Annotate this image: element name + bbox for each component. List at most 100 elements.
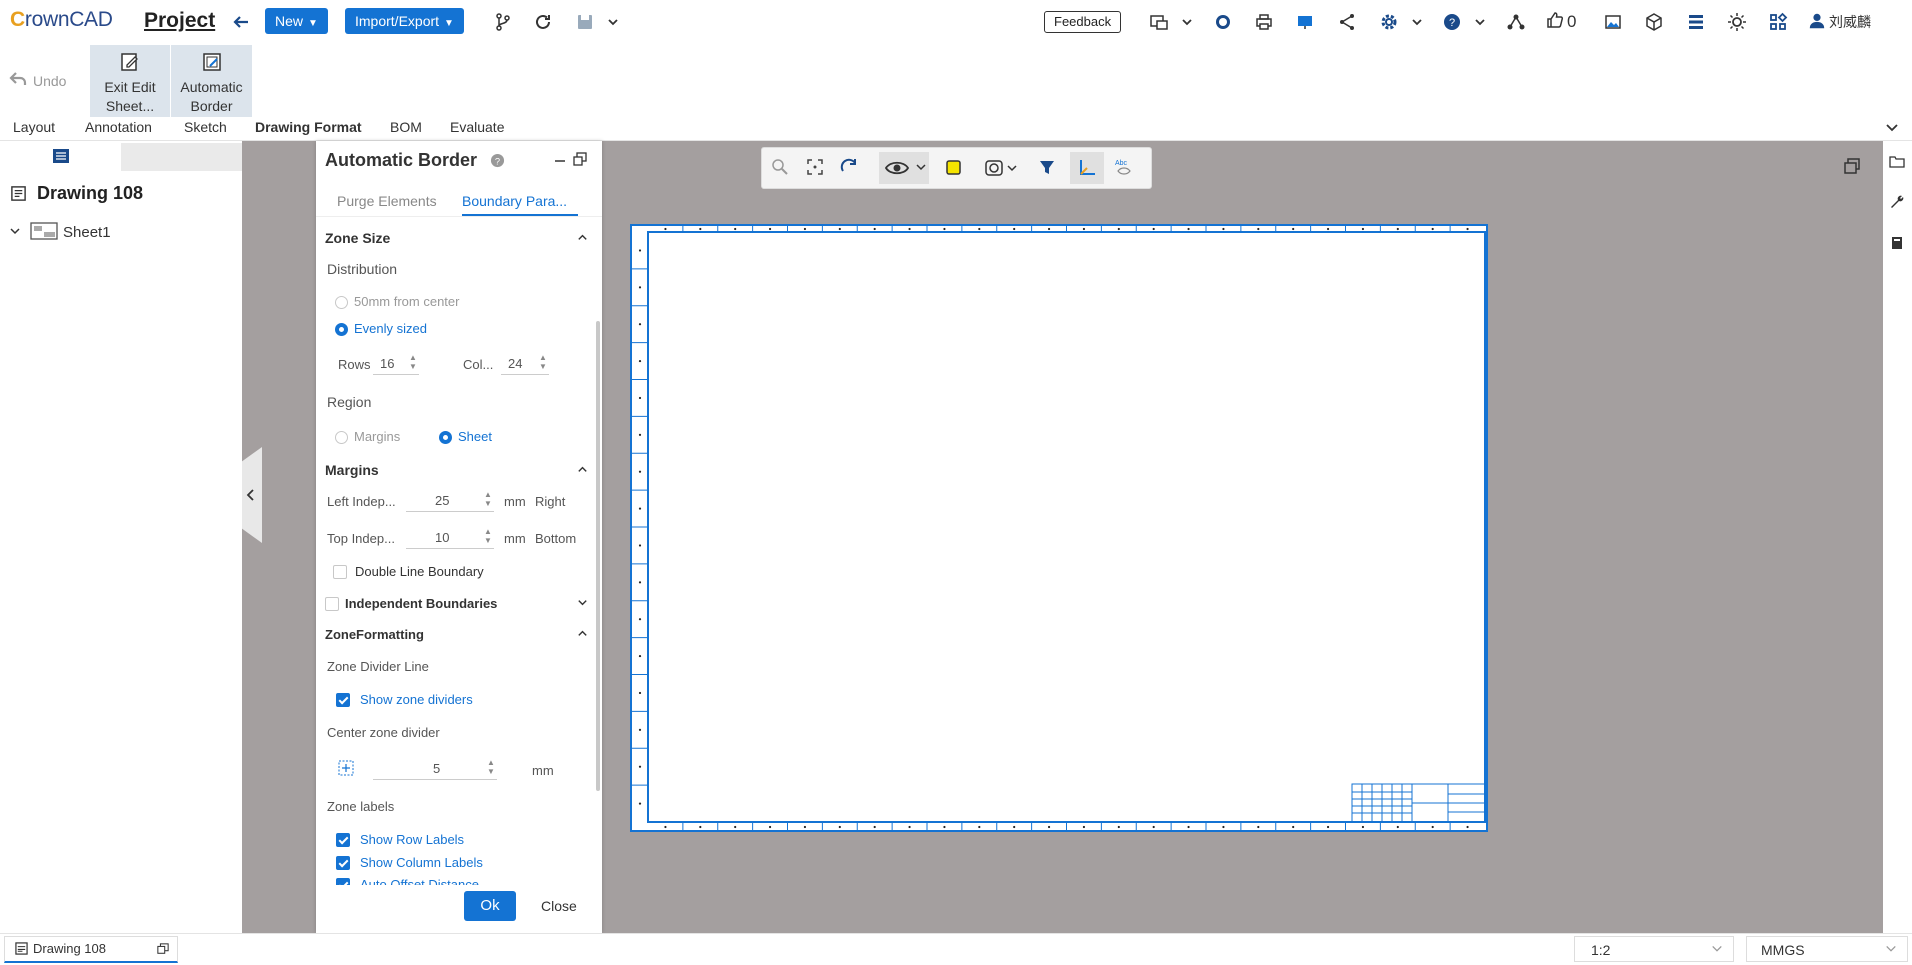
- units-select[interactable]: MMGS: [1746, 936, 1908, 962]
- section-view-icon[interactable]: [984, 158, 1020, 181]
- restore-window-icon[interactable]: [1842, 156, 1862, 179]
- tab-layout[interactable]: Layout: [13, 119, 55, 135]
- cols-stepper[interactable]: ▲ ▼: [539, 353, 547, 371]
- double-line-checkbox[interactable]: [333, 565, 347, 579]
- axis-toggle[interactable]: [1070, 152, 1104, 184]
- annotation-visibility-icon[interactable]: Abc: [1110, 154, 1136, 180]
- feedback-button[interactable]: Feedback: [1044, 11, 1122, 33]
- zone-label-dot: [1222, 227, 1225, 231]
- zone-label-dot: [838, 227, 841, 231]
- chevron-down-icon[interactable]: [600, 9, 626, 35]
- rows-stepper[interactable]: ▲ ▼: [409, 353, 417, 371]
- left-margin-input[interactable]: 25 ▲ ▼: [406, 489, 494, 512]
- center-divider-input[interactable]: 5 ▲ ▼: [373, 757, 497, 780]
- close-button[interactable]: Close: [541, 898, 577, 914]
- cube-icon[interactable]: [1641, 9, 1667, 35]
- radio-sheet[interactable]: [439, 431, 452, 444]
- chevron-up-icon[interactable]: [576, 627, 589, 643]
- help-icon[interactable]: ?: [490, 153, 505, 171]
- visibility-group[interactable]: [879, 152, 929, 184]
- tab-sketch[interactable]: Sketch: [184, 119, 227, 135]
- image-icon[interactable]: [1600, 9, 1626, 35]
- undo-icon: [8, 69, 28, 92]
- zone-label-dot: [638, 433, 642, 436]
- chevron-down-icon[interactable]: [1174, 9, 1200, 35]
- tab-boundary-params[interactable]: Boundary Para...: [462, 193, 567, 209]
- tree-tab-active[interactable]: [0, 141, 120, 171]
- chevron-down-icon[interactable]: [576, 596, 589, 612]
- collapse-ribbon-chevron-icon[interactable]: [1884, 120, 1900, 139]
- user-menu[interactable]: 刘威麟: [1808, 9, 1871, 35]
- tab-drawing-format[interactable]: Drawing Format: [255, 119, 362, 135]
- like-button[interactable]: 0: [1545, 9, 1576, 35]
- print-icon[interactable]: [1251, 9, 1277, 35]
- new-button[interactable]: New ▼: [265, 8, 328, 34]
- undo-button[interactable]: Undo: [8, 69, 66, 92]
- top-margin-stepper[interactable]: ▲ ▼: [484, 527, 492, 545]
- radio-50mm[interactable]: [335, 296, 348, 309]
- document-tab[interactable]: Drawing 108: [4, 936, 178, 963]
- chevron-up-icon[interactable]: [576, 463, 589, 479]
- tab-purge-elements[interactable]: Purge Elements: [337, 193, 437, 209]
- chevron-down-icon[interactable]: [1404, 9, 1430, 35]
- share-icon[interactable]: [1334, 9, 1360, 35]
- presentation-icon[interactable]: [1292, 9, 1318, 35]
- ok-button[interactable]: Ok: [464, 891, 516, 921]
- drawing-name[interactable]: Drawing 108: [37, 183, 143, 204]
- shaded-cube-icon[interactable]: [940, 154, 966, 180]
- tab-evaluate[interactable]: Evaluate: [450, 119, 504, 135]
- zoom-fit-icon[interactable]: [802, 154, 828, 180]
- auto-offset-checkbox[interactable]: [336, 878, 350, 885]
- import-export-button[interactable]: Import/Export ▼: [345, 8, 464, 34]
- drawing-sheet[interactable]: [630, 224, 1488, 832]
- settings-gear-icon[interactable]: [1376, 9, 1402, 35]
- save-icon[interactable]: [572, 9, 598, 35]
- rows-input[interactable]: 16 ▲ ▼: [373, 352, 419, 375]
- chevron-down-icon[interactable]: [8, 224, 22, 241]
- show-zone-dividers-checkbox[interactable]: [336, 693, 350, 707]
- minimize-icon[interactable]: [553, 153, 567, 170]
- display-window-icon[interactable]: [1146, 9, 1172, 35]
- panel-scrollbar[interactable]: [596, 321, 600, 791]
- help-icon[interactable]: ?: [1439, 9, 1465, 35]
- cols-input[interactable]: 24 ▲ ▼: [501, 352, 549, 375]
- branch-icon[interactable]: [490, 9, 516, 35]
- radio-evenly-sized[interactable]: [335, 323, 348, 336]
- restore-window-icon[interactable]: [157, 943, 169, 958]
- center-divider-stepper[interactable]: ▲ ▼: [487, 758, 495, 776]
- region-label: Region: [327, 394, 372, 410]
- chevron-down-icon[interactable]: [1467, 9, 1493, 35]
- search-icon[interactable]: [1210, 9, 1236, 35]
- exit-edit-sheet-button[interactable]: Exit Edit Sheet...: [90, 45, 170, 117]
- network-icon[interactable]: [1503, 9, 1529, 35]
- chevron-up-icon[interactable]: [576, 231, 589, 247]
- stack-list-icon[interactable]: [1683, 9, 1709, 35]
- zoom-icon[interactable]: [767, 154, 793, 180]
- independent-boundaries-checkbox[interactable]: [325, 597, 339, 611]
- show-row-labels-checkbox[interactable]: [336, 833, 350, 847]
- rotate-view-icon[interactable]: [836, 154, 862, 180]
- book-icon[interactable]: [1889, 235, 1905, 254]
- sun-icon[interactable]: [1724, 9, 1750, 35]
- sheet-name[interactable]: Sheet1: [63, 224, 111, 241]
- filter-icon[interactable]: [1034, 154, 1060, 180]
- popout-icon[interactable]: [573, 152, 587, 169]
- drawing-icon: [15, 942, 28, 958]
- scale-select[interactable]: 1:2: [1574, 936, 1734, 962]
- zone-label-dot: [638, 765, 642, 768]
- refresh-icon[interactable]: [530, 9, 556, 35]
- project-title[interactable]: Project: [144, 9, 215, 33]
- radio-margins[interactable]: [335, 431, 348, 444]
- apps-icon[interactable]: [1765, 9, 1791, 35]
- show-col-labels-checkbox[interactable]: [336, 856, 350, 870]
- chevron-left-icon[interactable]: [244, 488, 258, 505]
- tab-bom[interactable]: BOM: [390, 119, 422, 135]
- left-margin-stepper[interactable]: ▲ ▼: [484, 490, 492, 508]
- tab-annotation[interactable]: Annotation: [85, 119, 152, 135]
- tree-tab-inactive[interactable]: [121, 143, 242, 171]
- wrench-icon[interactable]: [1889, 194, 1905, 213]
- folder-icon[interactable]: [1889, 153, 1905, 172]
- automatic-border-button[interactable]: Automatic Border: [171, 45, 252, 117]
- top-margin-input[interactable]: 10 ▲ ▼: [406, 526, 494, 549]
- back-arrow-icon[interactable]: [228, 9, 254, 35]
